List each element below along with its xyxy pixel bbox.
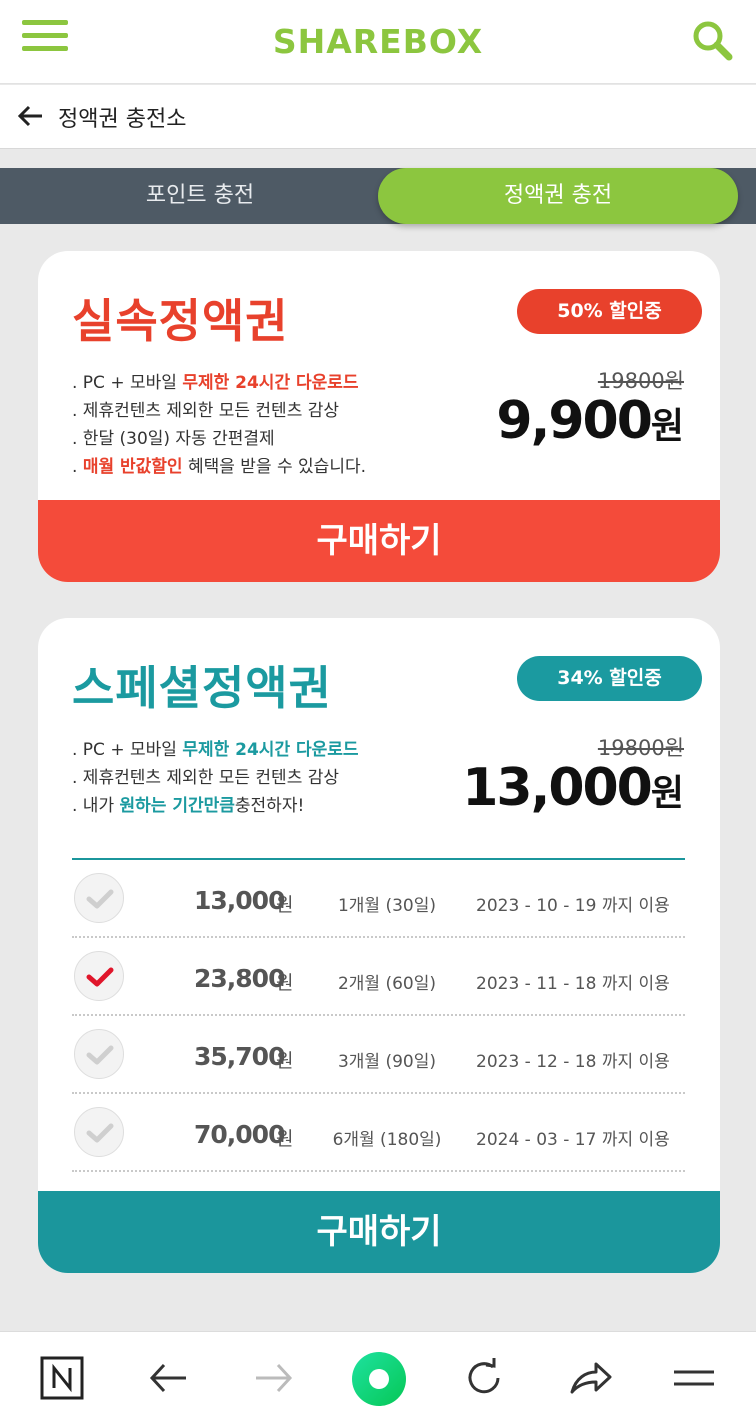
buy-button[interactable]: 구매하기 — [38, 1191, 720, 1273]
check-icon[interactable] — [74, 1029, 124, 1079]
desc-line: . 제휴컨텐츠 제외한 모든 컨텐츠 감상 — [72, 401, 340, 421]
tab-point-charge[interactable]: 포인트 충전 — [0, 168, 400, 224]
desc-line: . 한달 (30일) 자동 간편결제 — [72, 429, 275, 449]
option-period: 2개월 (60일) — [337, 974, 437, 994]
desc-line: . 제휴컨텐츠 제외한 모든 컨텐츠 감상 — [72, 768, 340, 788]
plan-card-basic: 실속정액권 50% 할인중 . PC + 모바일 무제한 24시간 다운로드 .… — [38, 251, 720, 582]
tab-bar: 포인트 충전 정액권 충전 — [0, 168, 756, 224]
desc-line: . PC + 모바일 무제한 24시간 다운로드 — [72, 373, 359, 393]
naver-icon[interactable] — [38, 1354, 86, 1402]
back-arrow-icon[interactable] — [144, 1354, 192, 1402]
buy-button[interactable]: 구매하기 — [38, 500, 720, 582]
app-logo[interactable]: SHAREBOX — [0, 22, 756, 61]
check-icon[interactable] — [74, 1107, 124, 1157]
option-price: 23,800 — [194, 964, 285, 993]
check-icon[interactable] — [74, 873, 124, 923]
period-option[interactable]: 13,000 원 1개월 (30일) 2023 - 10 - 19 까지 이용 — [72, 860, 685, 938]
option-price: 13,000 — [194, 886, 285, 915]
option-period: 1개월 (30일) — [337, 896, 437, 916]
refresh-icon[interactable] — [460, 1354, 508, 1402]
menu-icon[interactable] — [670, 1354, 718, 1402]
period-option[interactable]: 35,700 원 3개월 (90일) 2023 - 12 - 18 까지 이용 — [72, 1016, 685, 1094]
option-price: 35,700 — [194, 1042, 285, 1071]
page-subheader: 정액권 충전소 — [0, 85, 756, 149]
period-option[interactable]: 70,000 원 6개월 (180일) 2024 - 03 - 17 까지 이용 — [72, 1094, 685, 1172]
share-icon[interactable] — [566, 1354, 614, 1402]
tab-plan-charge[interactable]: 정액권 충전 — [378, 168, 738, 224]
desc-line: . 매월 반값할인 혜택을 받을 수 있습니다. — [72, 457, 366, 477]
option-period: 6개월 (180일) — [332, 1130, 442, 1150]
plan-card-special: 스페셜정액권 34% 할인중 . PC + 모바일 무제한 24시간 다운로드 … — [38, 618, 720, 1273]
plan-name: 실속정액권 — [72, 294, 289, 348]
period-option[interactable]: 23,800 원 2개월 (60일) 2023 - 11 - 18 까지 이용 — [72, 938, 685, 1016]
option-period: 3개월 (90일) — [337, 1052, 437, 1072]
option-currency: 원 — [276, 1050, 294, 1072]
option-until: 2023 - 11 - 18 까지 이용 — [476, 974, 670, 994]
page-title: 정액권 충전소 — [58, 107, 187, 132]
discount-badge: 50% 할인중 — [517, 289, 702, 334]
option-until: 2023 - 10 - 19 까지 이용 — [476, 896, 670, 916]
option-price: 70,000 — [194, 1120, 285, 1149]
period-options-list: 13,000 원 1개월 (30일) 2023 - 10 - 19 까지 이용 … — [72, 858, 685, 1172]
app-header: SHAREBOX — [0, 0, 756, 84]
plan-description: . PC + 모바일 무제한 24시간 다운로드 . 제휴컨텐츠 제외한 모든 … — [72, 369, 366, 481]
sale-price: 13,000원 — [462, 758, 684, 818]
desc-line: . PC + 모바일 무제한 24시간 다운로드 — [72, 740, 359, 760]
option-currency: 원 — [276, 894, 294, 916]
sale-price: 9,900원 — [496, 391, 684, 451]
plan-description: . PC + 모바일 무제한 24시간 다운로드 . 제휴컨텐츠 제외한 모든 … — [72, 736, 359, 820]
home-circle-icon[interactable] — [350, 1350, 408, 1408]
browser-bottom-bar — [0, 1331, 756, 1422]
search-icon[interactable] — [690, 18, 734, 62]
check-icon-selected[interactable] — [74, 951, 124, 1001]
plan-name: 스페셜정액권 — [72, 661, 332, 715]
option-currency: 원 — [276, 972, 294, 994]
forward-arrow-icon[interactable] — [250, 1354, 298, 1402]
back-arrow-icon[interactable] — [16, 101, 46, 131]
desc-line: . 내가 원하는 기간만큼충전하자! — [72, 796, 305, 816]
option-until: 2023 - 12 - 18 까지 이용 — [476, 1052, 670, 1072]
option-currency: 원 — [276, 1128, 294, 1150]
discount-badge: 34% 할인중 — [517, 656, 702, 701]
option-until: 2024 - 03 - 17 까지 이용 — [476, 1130, 670, 1150]
